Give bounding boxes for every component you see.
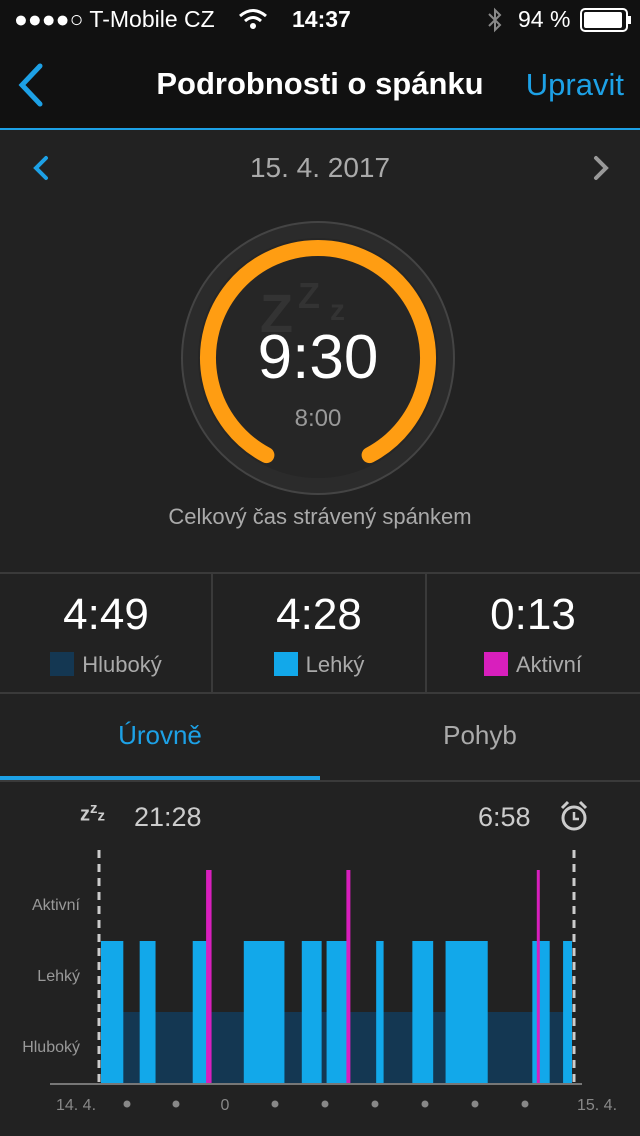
stat-light-value: 4:28 [276, 590, 362, 639]
active-sleep-spike [347, 870, 351, 1084]
nav-bar: Podrobnosti o spánku Upravit [0, 40, 640, 130]
x-tick-dot [271, 1100, 279, 1108]
alarm-clock-icon [560, 800, 588, 831]
stat-deep-value: 4:49 [63, 590, 149, 639]
stat-light: 4:28 Lehký [213, 574, 425, 692]
light-sleep-segment [532, 941, 550, 1084]
clock: 14:37 [292, 6, 351, 32]
x-tick-dot [521, 1100, 529, 1108]
stat-deep: 4:49 Hluboký [0, 574, 212, 692]
stat-active-label: Aktivní [515, 652, 583, 677]
stat-deep-label: Hluboký [82, 652, 162, 677]
sleep-start-icon: zzz [80, 800, 105, 826]
active-sleep-spike [208, 870, 212, 1084]
y-label-deep: Hluboký [22, 1039, 80, 1056]
light-sleep-segment [412, 941, 434, 1084]
x-tick-dot [421, 1100, 429, 1108]
y-label-light: Lehký [37, 968, 80, 985]
next-day-button[interactable] [588, 152, 616, 184]
carrier-label: ●●●●○ T-Mobile CZ [14, 6, 215, 32]
x-tick-dot [471, 1100, 479, 1108]
light-sleep-segment [376, 941, 384, 1084]
x-tick-dots [123, 1100, 529, 1108]
x-tick-dot [123, 1100, 131, 1108]
edit-button[interactable]: Upravit [526, 67, 624, 103]
sleep-goal: 8:00 [294, 405, 342, 432]
tab-motion[interactable]: Pohyb [320, 692, 640, 780]
sleep-stats: 4:49 Hluboký 4:28 Lehký 0:13 Aktivní [0, 572, 640, 694]
light-sleep-segment [243, 941, 285, 1084]
stat-active-value: 0:13 [490, 590, 576, 639]
deep-swatch [50, 652, 75, 676]
bluetooth-icon [488, 7, 502, 33]
x-tick-dot [172, 1100, 180, 1108]
status-bar: ●●●●○ T-Mobile CZ 14:37 94 % [0, 0, 640, 40]
total-sleep-time: 9:30 [257, 323, 379, 392]
stat-light-label: Lehký [305, 652, 365, 677]
svg-text:Z: Z [298, 275, 320, 316]
y-label-active: Aktivní [32, 897, 81, 914]
light-sleep-segment [139, 941, 156, 1084]
sleep-start-time: 21:28 [134, 802, 202, 832]
tab-divider [0, 780, 640, 782]
light-sleep-segment [101, 941, 124, 1084]
battery-icon [580, 8, 631, 32]
battery-percent: 94 % [518, 6, 571, 32]
tab-levels[interactable]: Úrovně [0, 692, 320, 780]
sleep-levels-chart: Aktivní Lehký Hluboký 14. 4. 0 15. 4. [22, 850, 617, 1114]
x-tick-midnight: 0 [221, 1097, 230, 1114]
wifi-icon [239, 9, 267, 29]
light-sleep-segment [326, 941, 348, 1084]
light-sleep-segment [563, 941, 572, 1084]
date-label: 15. 4. 2017 [249, 152, 391, 183]
x-tick-dot [321, 1100, 329, 1108]
active-swatch [483, 652, 508, 676]
light-swatch [273, 652, 298, 676]
x-tick-start: 14. 4. [56, 1097, 96, 1114]
sleep-end-time: 6:58 [478, 802, 531, 832]
stat-active: 0:13 Aktivní [427, 574, 639, 692]
x-tick-dot [371, 1100, 379, 1108]
light-sleep-segment [301, 941, 322, 1084]
x-tick-end: 15. 4. [577, 1097, 617, 1114]
light-sleep-segment [445, 941, 488, 1084]
total-sleep-label: Celkový čas strávený spánkem [168, 504, 472, 529]
active-sleep-spike [536, 870, 540, 1084]
